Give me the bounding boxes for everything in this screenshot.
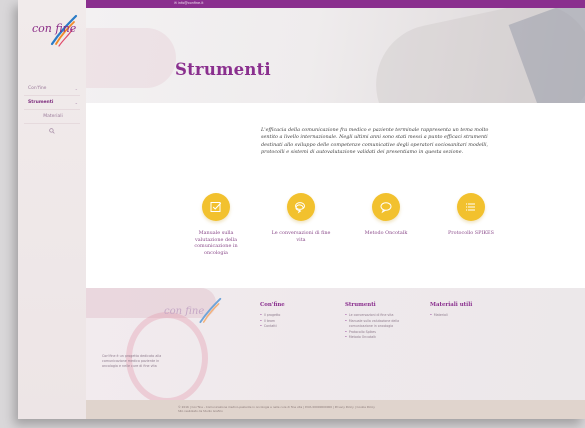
tool-label[interactable]: Le conversazioni di fine vita [271,230,331,243]
tool-label[interactable]: Metodo Oncotalk [356,230,416,237]
search-icon [49,128,55,134]
footer-column-strumenti: Strumenti • Le conversazioni di fine vita… [345,302,417,341]
tool-icon-circle[interactable] [372,193,400,221]
footer-link[interactable]: • Contatti [260,324,330,330]
sidebar-item-materiali[interactable]: Materiali [24,110,80,124]
hero-background-image [86,28,176,88]
sidebar-item-strumenti[interactable]: Strumenti ⌄ [24,96,80,110]
page: con fine Con'fine ⌄ Strumenti ⌄ Material… [18,0,585,419]
page-title: Strumenti [175,60,271,79]
sidebar-item-label: Materiali [43,114,63,119]
tool-conversazioni[interactable]: Le conversazioni di fine vita [271,193,331,243]
chat-bubbles-icon [295,202,305,214]
footer: con fine Con'fine è un progetto dedicato… [86,288,585,400]
footer-tagline: Con'fine è un progetto dedicato alla com… [102,354,162,368]
logo-text[interactable]: con fine [32,22,76,35]
checklist-icon [210,202,222,212]
top-bar: ✉ info@conﬁne.it [86,0,585,8]
hero-banner: Strumenti [86,8,585,103]
footer-column-title: Materiali utili [430,302,473,308]
footer-column-title: Strumenti [345,302,376,308]
tool-label[interactable]: Protocollo SPIKES [441,230,501,237]
chevron-down-icon: ⌄ [74,86,78,91]
sidebar-item-confine[interactable]: Con'fine ⌄ [24,82,80,96]
sidebar: con fine Con'fine ⌄ Strumenti ⌄ Material… [18,0,87,419]
footer-link[interactable]: • Metodo Oncotalk [345,335,417,341]
main-content: L'efficacia della comunicazione fra medi… [86,103,585,288]
sidebar-item-label: Strumenti [28,100,54,105]
footer-logo-text: con fine [164,306,205,317]
search-button[interactable] [24,124,80,134]
credits-line[interactable]: Sito realizzato da Studio Grafico [178,409,538,413]
footer-column-confine: Con'fine • Il progetto • Il team • Contatti [260,302,330,330]
footer-link[interactable]: • Manuale sulla valutazione della comunic… [345,319,417,330]
chevron-down-icon: ⌄ [74,100,78,105]
intro-paragraph: L'efficacia della comunicazione fra medi… [261,127,489,156]
tool-icon-circle[interactable] [457,193,485,221]
bottom-bar: © 2016 | Con'fine - Comunicazione medico… [86,400,585,419]
footer-column-title: Con'fine [260,302,285,308]
footer-column-materiali: Materiali utili • Materiali [430,302,500,319]
tool-spikes[interactable]: Protocollo SPIKES [441,193,501,237]
footer-link[interactable]: • Materiali [430,313,500,319]
tool-icon-circle[interactable] [202,193,230,221]
tool-label[interactable]: Manuale sulla valutazione della comunica… [186,230,246,256]
tool-manuale[interactable]: Manuale sulla valutazione della comunica… [186,193,246,256]
list-icon [466,203,475,211]
copyright-text: © 2016 | Con'fine - Comunicazione medico… [178,405,538,414]
topbar-email[interactable]: ✉ info@conﬁne.it [174,1,203,5]
speech-bubble-icon [380,202,392,214]
tool-icon-circle[interactable] [287,193,315,221]
sidebar-item-label: Con'fine [28,86,47,91]
sidebar-nav: Con'fine ⌄ Strumenti ⌄ Materiali [24,82,80,134]
tool-oncotalk[interactable]: Metodo Oncotalk [356,193,416,237]
